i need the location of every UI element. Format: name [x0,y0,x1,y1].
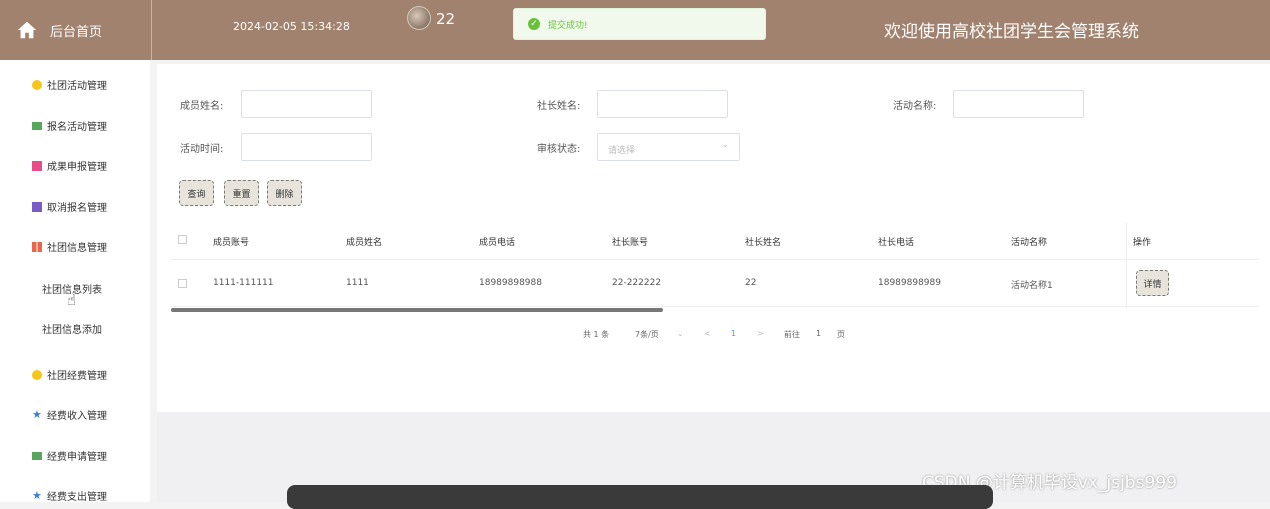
user-id: 22 [436,10,456,28]
sidebar-item-label: 经费收入管理 [47,411,107,422]
datetime-display: 2024-02-05 15:34:28 [233,20,350,33]
chevron-down-icon: ⌄ [677,329,684,338]
sidebar-item-label: 社团信息管理 [47,243,107,254]
column-header: 成员账号 [213,238,250,248]
table-cell: 18989898988 [479,278,542,288]
success-toast: ✓ 提交成功! [513,8,766,40]
home-link[interactable]: 后台首页 [0,0,152,60]
column-header: 社长电话 [878,238,915,248]
table-cell: 22-222222 [612,278,662,288]
column-divider [1126,222,1127,308]
select-placeholder: 请选择 [608,146,636,156]
table-cell: 18989898989 [878,278,941,288]
star-icon: ★ [32,407,42,421]
pagination-total: 共 1 条 [583,330,610,339]
home-label: 后台首页 [50,24,103,40]
video-control-bar[interactable] [287,485,993,509]
doc-icon [32,160,42,171]
chat-icon [32,121,42,130]
review-status-label: 审核状态: [537,144,581,155]
list-icon [32,201,42,212]
avatar[interactable] [407,6,431,30]
system-title: 欢迎使用高校社团学生会管理系统 [884,22,1139,42]
column-header: 成员电话 [479,238,516,248]
query-button[interactable]: 查询 [179,180,214,206]
sidebar-item-signup-activity[interactable]: 报名活动管理 [32,118,107,133]
table-cell: 活动名称1 [1011,281,1053,291]
sidebar-item-label: 取消报名管理 [47,203,107,214]
delete-button[interactable]: 删除 [267,180,302,206]
sidebar-item-achievement[interactable]: 成果申报管理 [32,158,107,173]
check-circle-icon: ✓ [528,18,540,30]
grid-icon [32,241,42,252]
row-divider [171,306,1259,307]
activity-name-label: 活动名称: [893,101,937,112]
goto-label: 前往 [784,330,800,339]
column-header: 操作 [1133,238,1152,248]
horizontal-scrollbar[interactable] [171,308,663,312]
sidebar-item-fund-expense[interactable]: ★ 经费支出管理 [32,488,107,504]
header-divider [171,259,1259,260]
sidebar-item-label: 经费支出管理 [47,492,107,503]
top-bar: 后台首页 2024-02-05 15:34:28 22 ✓ 提交成功! 欢迎使用… [0,0,1270,60]
activity-name-input[interactable] [953,90,1084,118]
column-header: 活动名称 [1011,238,1048,248]
star-icon: ★ [32,488,42,502]
table-cell: 1111-111111 [213,278,274,288]
sidebar-item-club-funds[interactable]: 社团经费管理 [32,367,107,382]
sidebar-item-fund-apply[interactable]: 经费申请管理 [32,448,107,463]
member-name-label: 成员姓名: [180,101,224,112]
sidebar-item-label: 社团活动管理 [47,81,107,92]
sidebar-sub-club-info-add[interactable]: 社团信息添加 [42,321,102,336]
row-checkbox[interactable] [178,279,187,288]
review-status-select[interactable]: 请选择 ⌄ [597,133,740,161]
home-icon [17,21,37,39]
goto-input[interactable]: 1 [816,329,821,338]
column-header: 社长姓名 [745,238,782,248]
table-cell: 22 [745,278,757,288]
column-header: 成员姓名 [346,238,383,248]
chevron-down-icon: ⌄ [721,140,729,150]
bulb-icon [32,369,42,380]
sidebar-item-label: 报名活动管理 [47,122,107,133]
next-page-button[interactable]: > [757,329,764,338]
select-all-checkbox[interactable] [178,235,187,244]
sidebar-item-cancel-signup[interactable]: 取消报名管理 [32,199,107,214]
page-size-select[interactable]: 7条/页 [635,329,659,340]
table-cell: 1111 [346,278,369,288]
page-unit-label: 页 [837,330,845,339]
sidebar-item-label: 社团经费管理 [47,371,107,382]
toast-text: 提交成功! [548,20,588,31]
sidebar-item-club-activity[interactable]: 社团活动管理 [32,77,107,92]
page-number-current[interactable]: 1 [731,329,736,338]
sidebar-item-label: 成果申报管理 [47,162,107,173]
hand-cursor-icon: ☝ [67,291,77,309]
column-header: 社长账号 [612,238,649,248]
main-panel: 成员姓名: 社长姓名: 活动名称: 活动时间: 审核状态: 请选择 ⌄ 查询 重… [157,64,1270,412]
leader-name-input[interactable] [597,90,728,118]
activity-time-label: 活动时间: [180,144,224,155]
sidebar-item-label: 经费申请管理 [47,452,107,463]
details-button[interactable]: 详情 [1136,270,1169,296]
sidebar-item-club-info[interactable]: 社团信息管理 [32,239,107,254]
leader-name-label: 社长姓名: [537,101,581,112]
sidebar-item-fund-income[interactable]: ★ 经费收入管理 [32,407,107,423]
member-name-input[interactable] [241,90,372,118]
prev-page-button[interactable]: < [704,329,711,338]
activity-time-input[interactable] [241,133,372,161]
reset-button[interactable]: 重置 [224,180,259,206]
bulb-icon [32,79,42,90]
chat-icon [32,451,42,460]
sidebar: 社团活动管理 报名活动管理 成果申报管理 取消报名管理 社团信息管理 社团信息列… [0,60,150,504]
